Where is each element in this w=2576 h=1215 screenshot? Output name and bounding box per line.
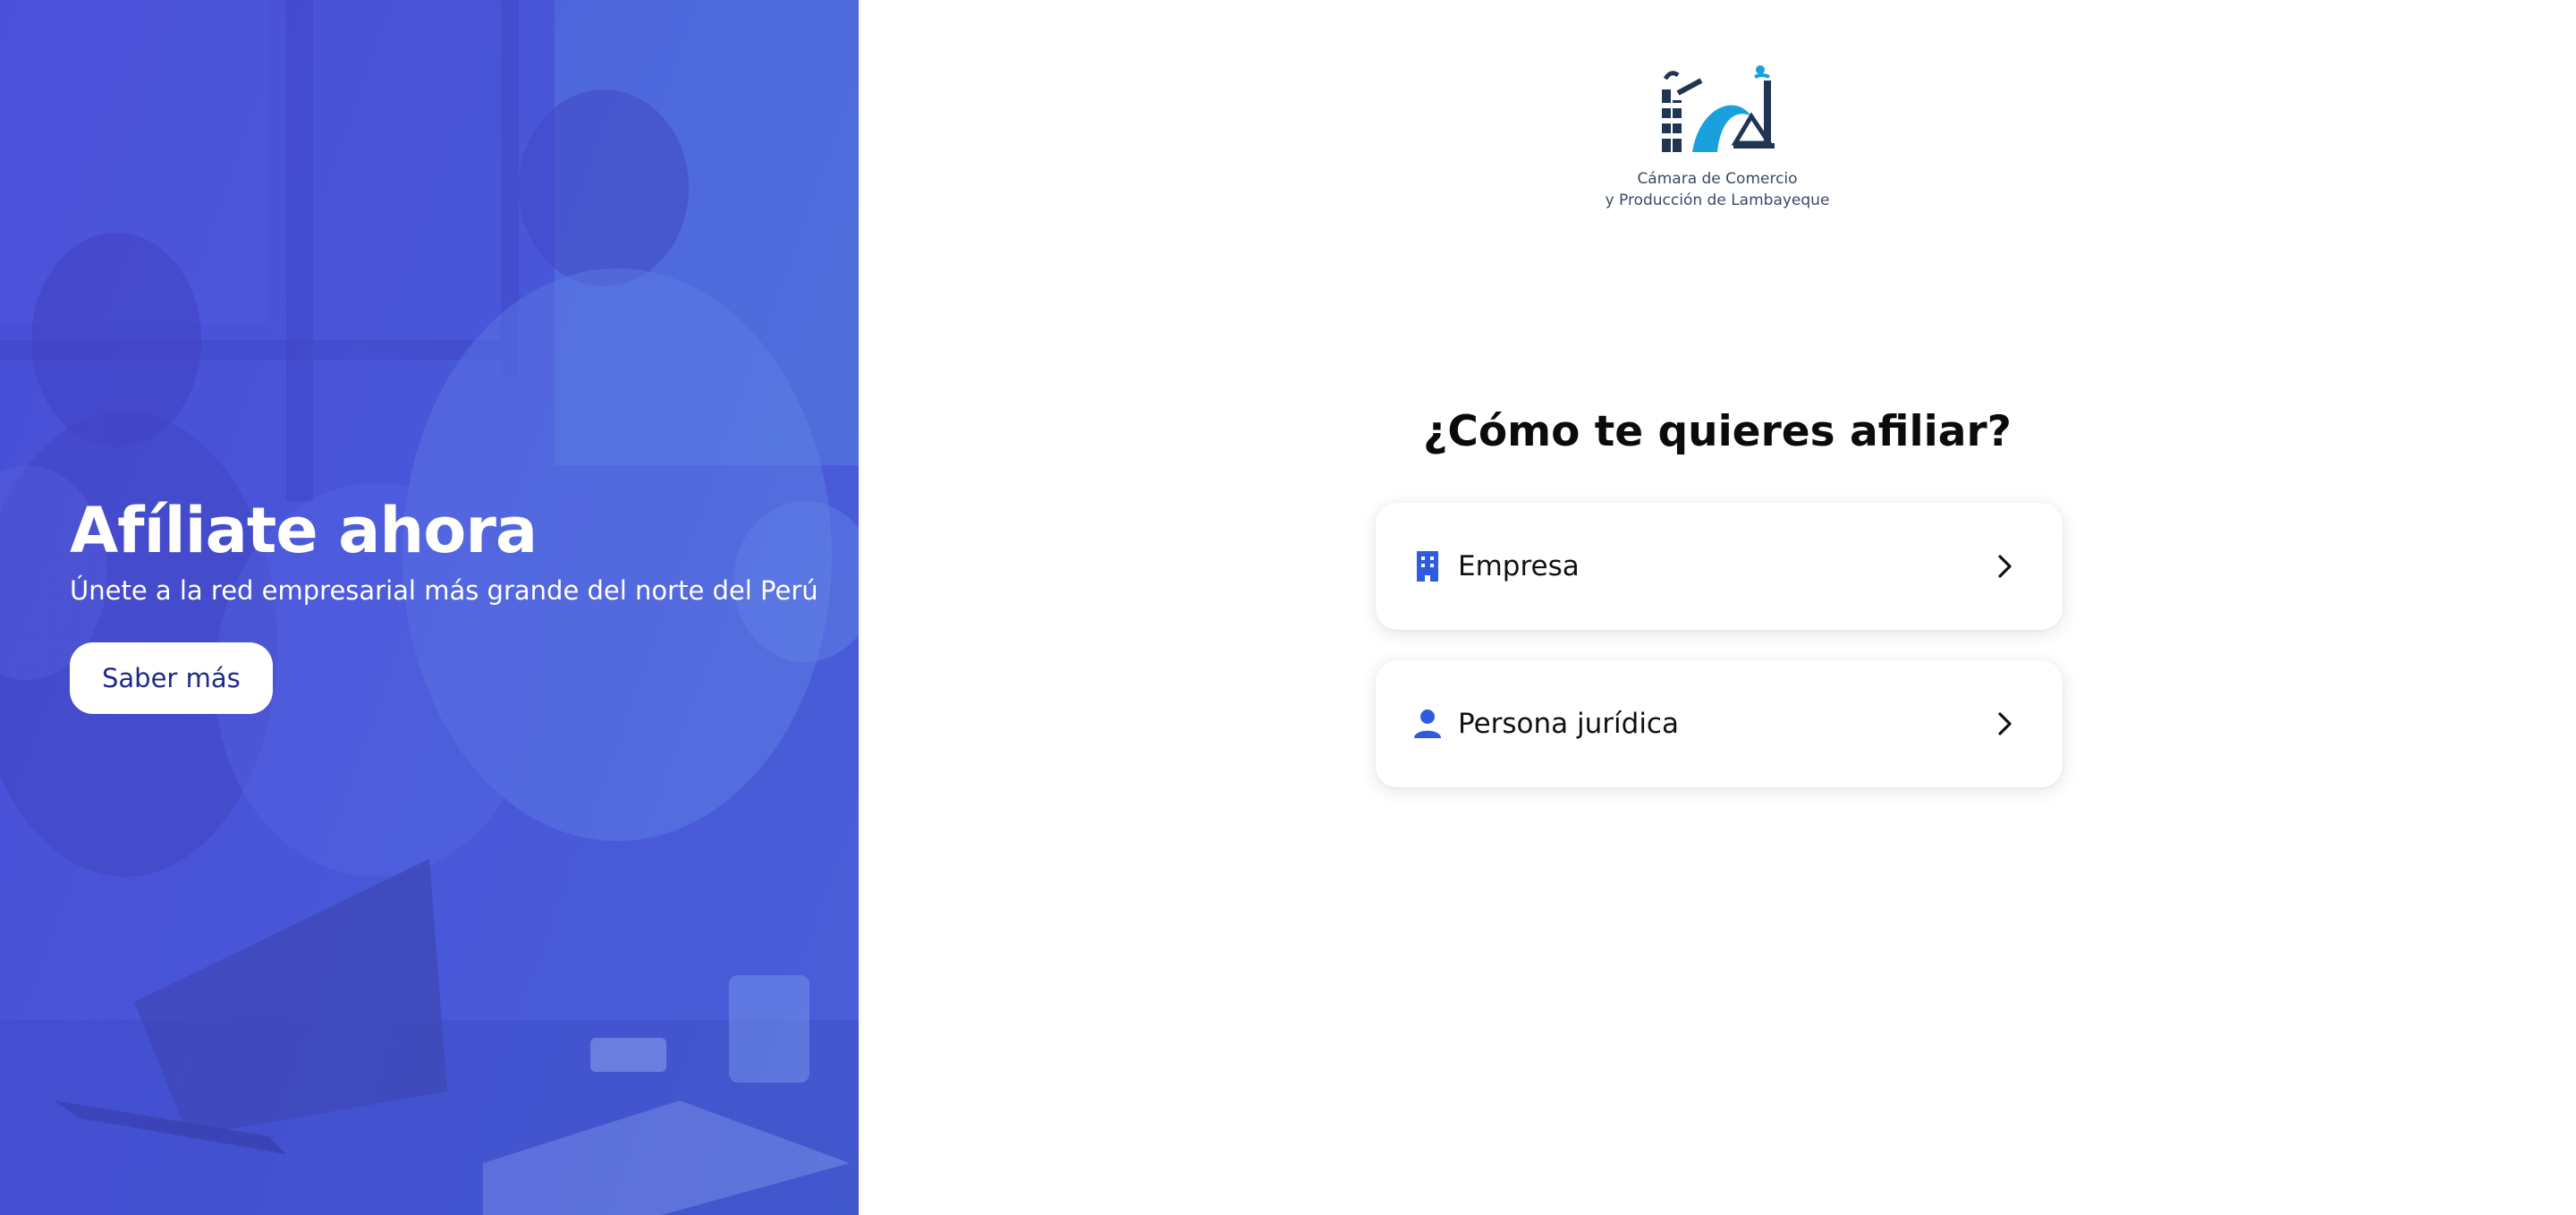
option-empresa[interactable]: Empresa	[1376, 503, 2063, 630]
logo-caption-line1: Cámara de Comercio	[1637, 170, 1798, 188]
hero-title: Afíliate ahora	[70, 494, 538, 567]
option-empresa-label: Empresa	[1458, 550, 1580, 582]
page: Afíliate ahora Únete a la red empresaria…	[0, 0, 2576, 1215]
logo-caption: Cámara de Comercio y Producción de Lamba…	[1601, 168, 1834, 211]
hero-subtitle: Únete a la red empresarial más grande de…	[70, 575, 818, 606]
chevron-right-icon	[1998, 712, 2012, 735]
saber-mas-button[interactable]: Saber más	[70, 642, 273, 714]
logo-caption-line2: y Producción de Lambayeque	[1605, 191, 1830, 209]
main-panel: Cámara de Comercio y Producción de Lamba…	[859, 0, 2576, 1215]
chevron-right-icon	[1998, 555, 2012, 578]
chamber-logo-icon	[1662, 65, 1775, 152]
hero-content: Afíliate ahora Únete a la red empresaria…	[70, 490, 839, 714]
hero-panel: Afíliate ahora Únete a la red empresaria…	[0, 0, 859, 1215]
option-persona-juridica-label: Persona jurídica	[1458, 708, 1679, 740]
building-icon	[1413, 549, 1442, 583]
person-icon	[1413, 707, 1442, 741]
option-persona-juridica[interactable]: Persona jurídica	[1376, 660, 2063, 787]
affiliation-question: ¿Cómo te quieres afiliar?	[1423, 407, 2012, 456]
chamber-logo: Cámara de Comercio y Producción de Lamba…	[1601, 54, 1834, 215]
